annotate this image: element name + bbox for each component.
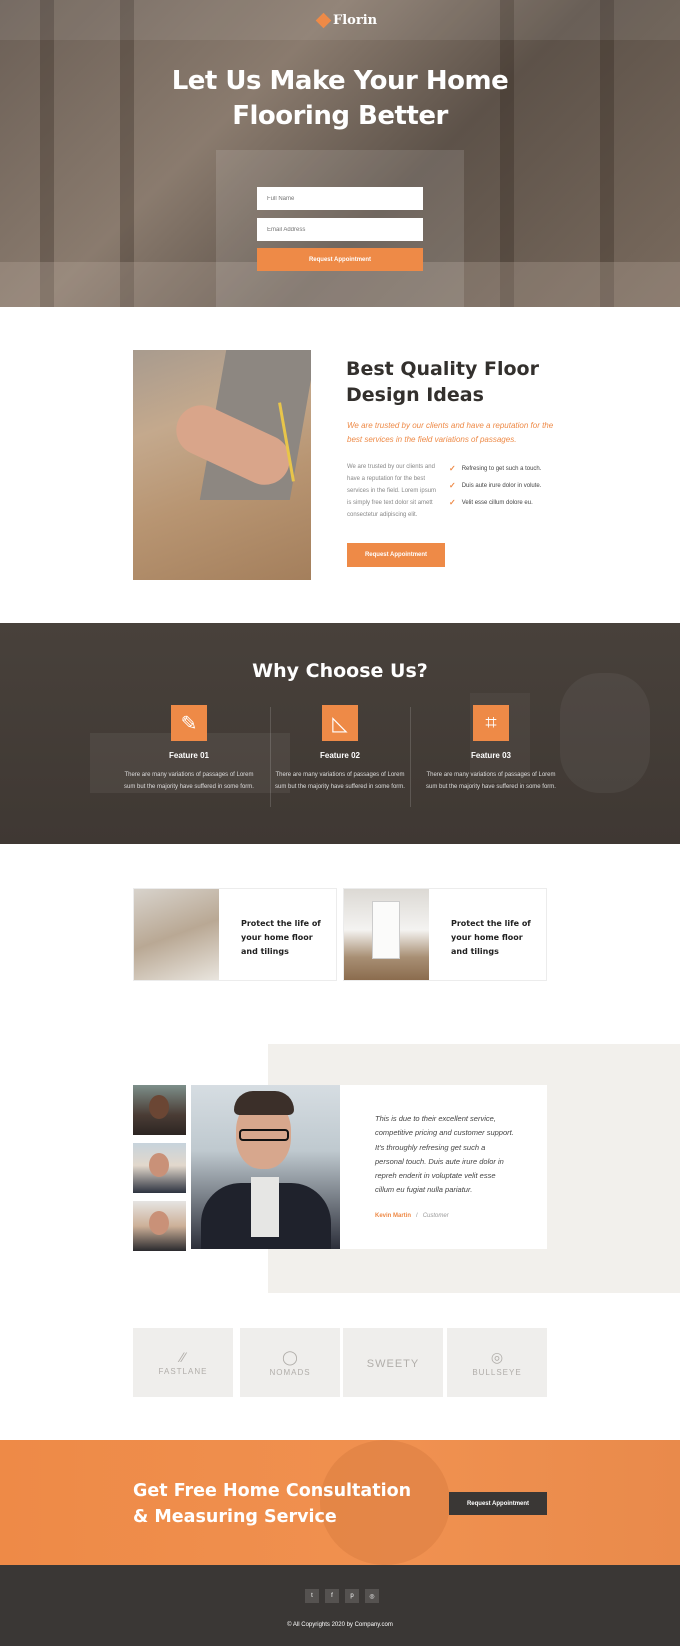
tip-card[interactable]: Protect the life of your home floor and …	[133, 888, 337, 981]
thumb-face	[149, 1211, 169, 1235]
feature-title: Feature 01	[168, 751, 210, 760]
social-links: t f p ◎	[305, 1589, 379, 1603]
feature-text: There are many variations of passages of…	[124, 772, 254, 790]
hero-title-line2: Flooring Better	[232, 101, 448, 131]
twitter-icon[interactable]: t	[305, 1589, 319, 1603]
customer-portrait	[191, 1085, 340, 1249]
feature-title: Feature 03	[470, 751, 512, 760]
hero-request-appointment-button[interactable]: Request Appointment	[257, 248, 423, 271]
target-icon: ◎	[490, 1348, 504, 1365]
why-bg-plant	[560, 673, 650, 793]
email-input[interactable]	[257, 218, 423, 241]
feature-card: ✎ Feature 01 There are many variations o…	[119, 705, 259, 793]
feature-text: There are many variations of passages of…	[426, 772, 556, 790]
pencil-ruler-icon: ✎	[171, 705, 207, 741]
why-choose-us-section: Why Choose Us? ✎ Feature 01 There are ma…	[0, 623, 680, 844]
client-name: NOMADS	[269, 1367, 311, 1377]
tip-card-title: Protect the life of your home floor and …	[451, 919, 531, 956]
hero-bg-plank	[40, 0, 54, 307]
feature-text: There are many variations of passages of…	[275, 772, 405, 790]
about-section: Best Quality Floor Design Ideas We are t…	[0, 307, 680, 623]
thumb-face	[149, 1095, 169, 1119]
floor-installation-photo	[133, 350, 311, 580]
customer-thumb[interactable]	[133, 1201, 186, 1251]
client-name: BULLSEYE	[472, 1367, 522, 1377]
client-logo: ◎ BULLSEYE	[447, 1328, 547, 1397]
clients-section: ⁄⁄ FASTLANE ◯ NOMADS SWEETY ◎ BULLSEYE	[0, 1284, 680, 1440]
hallway-photo	[344, 889, 429, 980]
crop-icon: ⌗	[473, 705, 509, 741]
footer: t f p ◎ © All Copyrights 2020 by Company…	[0, 1565, 680, 1646]
about-title-line1: Best Quality Floor	[346, 358, 539, 380]
pinterest-icon[interactable]: p	[345, 1589, 359, 1603]
hero-title: Let Us Make Your Home Flooring Better	[0, 64, 680, 134]
cta-request-appointment-button[interactable]: Request Appointment	[449, 1492, 547, 1515]
why-title: Why Choose Us?	[252, 660, 428, 682]
portrait-shirt	[251, 1177, 279, 1237]
about-request-appointment-button[interactable]: Request Appointment	[347, 543, 445, 567]
brand-logo[interactable]: Florin	[315, 12, 378, 28]
checklist-text: Velit esse cillum dolore eu.	[461, 499, 533, 506]
hero-title-line1: Let Us Make Your Home	[171, 66, 509, 96]
hero-bg-plank	[600, 0, 614, 307]
author-separator: /	[416, 1213, 418, 1219]
consultation-cta-section: Get Free Home Consultation & Measuring S…	[0, 1440, 680, 1565]
client-logo: SWEETY	[343, 1328, 443, 1397]
client-logo: ⁄⁄ FASTLANE	[133, 1328, 233, 1397]
tip-card[interactable]: Protect the life of your home floor and …	[343, 888, 547, 981]
checklist-item: ✓ Duis aute irure dolor in volute.	[449, 477, 541, 494]
instagram-icon[interactable]: ◎	[365, 1589, 379, 1603]
customer-thumb[interactable]	[133, 1143, 186, 1193]
about-title: Best Quality Floor Design Ideas	[346, 356, 566, 408]
checklist-item: ✓ Refresing to get such a touch.	[449, 460, 541, 477]
cta-title: Get Free Home Consultation & Measuring S…	[133, 1478, 433, 1530]
brand-name: Florin	[333, 12, 378, 28]
client-logo: ◯ NOMADS	[240, 1328, 340, 1397]
feature-card: ⌗ Feature 03 There are many variations o…	[421, 705, 561, 793]
feature-card: ◺ Feature 02 There are many variations o…	[270, 705, 410, 793]
about-lead: We are trusted by our clients and have a…	[347, 421, 554, 444]
facebook-icon[interactable]: f	[325, 1589, 339, 1603]
client-name: FASTLANE	[158, 1367, 208, 1376]
feature-title: Feature 02	[319, 751, 361, 760]
about-body: We are trusted by our clients and have a…	[347, 464, 437, 518]
checklist-item: ✓ Velit esse cillum dolore eu.	[449, 494, 541, 511]
portrait-glasses	[239, 1129, 289, 1141]
author-role: Customer	[422, 1213, 449, 1219]
about-checklist: ✓ Refresing to get such a touch. ✓ Duis au…	[449, 460, 541, 511]
author-name: Kevin Martin	[375, 1213, 412, 1219]
testimonial-author: Kevin Martin / Customer	[375, 1213, 449, 1219]
testimonial-section: This is due to their excellent service, …	[0, 1024, 680, 1293]
tip-card-title: Protect the life of your home floor and …	[241, 919, 321, 956]
feature-divider	[410, 707, 411, 807]
tiles-photo	[134, 889, 219, 980]
thumb-face	[149, 1153, 169, 1177]
checklist-text: Duis aute irure dolor in volute.	[461, 482, 542, 489]
tips-section: Protect the life of your home floor and …	[0, 844, 680, 1024]
client-name: SWEETY	[366, 1357, 420, 1370]
customer-thumb[interactable]	[133, 1085, 186, 1135]
hero-bg-plank	[500, 0, 514, 307]
circle-nc-icon: ◯	[282, 1348, 298, 1365]
photo-door	[372, 901, 400, 959]
hero-bg-plank	[120, 0, 134, 307]
copyright-text: © All Copyrights 2020 by Company.com	[287, 1622, 393, 1628]
hero-section: Florin Let Us Make Your Home Flooring Be…	[0, 0, 680, 307]
cta-title-line1: Get Free Home Consultation	[133, 1481, 412, 1501]
check-icon: ✓	[449, 481, 456, 490]
full-name-input[interactable]	[257, 187, 423, 210]
slashes-icon: ⁄⁄	[180, 1349, 186, 1365]
portrait-hair	[234, 1091, 294, 1115]
check-icon: ✓	[449, 498, 456, 507]
testimonial-card: This is due to their excellent service, …	[340, 1085, 547, 1249]
cta-title-line2: & Measuring Service	[133, 1507, 337, 1527]
about-title-line2: Design Ideas	[346, 384, 484, 406]
set-square-icon: ◺	[322, 705, 358, 741]
check-icon: ✓	[449, 464, 456, 473]
checklist-text: Refresing to get such a touch.	[461, 465, 542, 472]
diamond-logo-icon	[315, 12, 332, 28]
testimonial-quote: This is due to their excellent service, …	[375, 1114, 514, 1195]
